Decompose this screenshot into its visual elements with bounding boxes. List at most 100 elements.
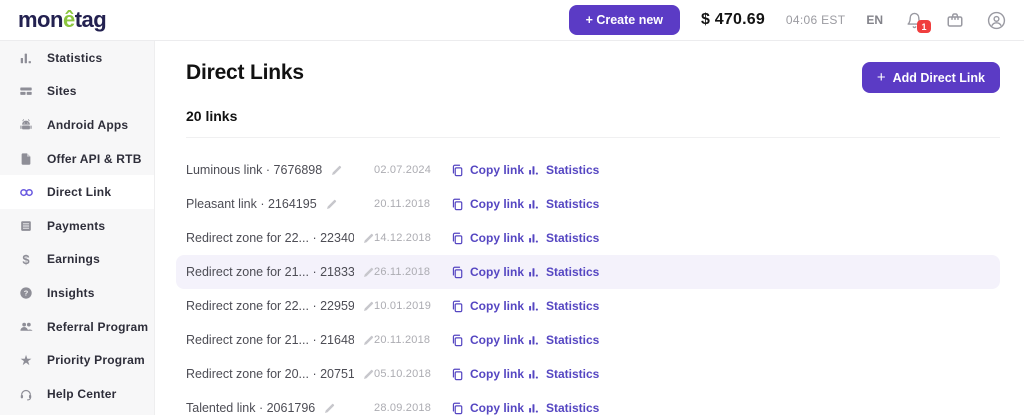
edit-pencil-icon[interactable] bbox=[363, 267, 374, 278]
statistics-button[interactable]: Statistics bbox=[528, 367, 599, 381]
question-circle-icon: ? bbox=[18, 285, 34, 301]
section-divider bbox=[186, 137, 1000, 138]
sidebar-item-referral-program[interactable]: Referral Program bbox=[0, 310, 154, 344]
account-avatar-icon[interactable] bbox=[986, 10, 1006, 30]
statistics-button[interactable]: Statistics bbox=[528, 197, 599, 211]
bar-chart-icon bbox=[18, 50, 34, 66]
sidebar-item-earnings[interactable]: $ Earnings bbox=[0, 243, 154, 277]
link-name-cell: Redirect zone for 21... · 2164820 bbox=[186, 333, 374, 347]
link-name: Redirect zone for 22... · 2234030 bbox=[186, 231, 354, 245]
edit-pencil-icon[interactable] bbox=[363, 335, 374, 346]
sidebar-item-direct-link[interactable]: Direct Link bbox=[0, 175, 154, 209]
direct-link-row: Redirect zone for 22... · 2295990 10.01.… bbox=[176, 289, 1000, 323]
sidebar-item-label: Earnings bbox=[47, 252, 100, 266]
monetag-dashboard: monêtag + Create new $ 470.69 04:06 EST … bbox=[0, 0, 1024, 415]
statistics-label: Statistics bbox=[546, 367, 599, 381]
statistics-button[interactable]: Statistics bbox=[528, 265, 599, 279]
direct-link-row: Redirect zone for 21... · 2164820 20.11.… bbox=[176, 323, 1000, 357]
sidebar-item-label: Sites bbox=[47, 84, 77, 98]
sidebar-item-label: Referral Program bbox=[47, 320, 148, 334]
statistics-label: Statistics bbox=[546, 299, 599, 313]
copy-link-label: Copy link bbox=[470, 299, 524, 313]
copy-link-label: Copy link bbox=[470, 163, 524, 177]
top-header: monêtag + Create new $ 470.69 04:06 EST … bbox=[0, 0, 1024, 41]
direct-link-row: Talented link · 2061796 28.09.2018 Copy … bbox=[176, 391, 1000, 415]
edit-pencil-icon[interactable] bbox=[363, 301, 374, 312]
edit-pencil-icon[interactable] bbox=[326, 199, 337, 210]
headset-icon bbox=[18, 386, 34, 402]
statistics-button[interactable]: Statistics bbox=[528, 231, 599, 245]
edit-pencil-icon[interactable] bbox=[331, 165, 342, 176]
statistics-button[interactable]: Statistics bbox=[528, 299, 599, 313]
copy-link-label: Copy link bbox=[470, 333, 524, 347]
sidebar-nav: Statistics Sites Android Apps Offer API … bbox=[0, 41, 155, 415]
links-count: 20 links bbox=[186, 108, 1000, 124]
direct-link-row: Pleasant link · 2164195 20.11.2018 Copy … bbox=[176, 187, 1000, 221]
copy-link-button[interactable]: Copy link bbox=[451, 299, 528, 313]
link-name: Redirect zone for 20... · 2075193 bbox=[186, 367, 354, 381]
statistics-label: Statistics bbox=[546, 231, 599, 245]
link-date: 02.07.2024 bbox=[374, 164, 451, 176]
link-date: 14.12.2018 bbox=[374, 232, 451, 244]
notifications-bell-icon[interactable]: 1 bbox=[904, 10, 924, 30]
edit-pencil-icon[interactable] bbox=[363, 369, 374, 380]
create-new-button[interactable]: + Create new bbox=[569, 5, 680, 35]
dollar-icon: $ bbox=[18, 251, 34, 267]
link-date: 26.11.2018 bbox=[374, 266, 451, 278]
list-icon bbox=[18, 218, 34, 234]
statistics-button[interactable]: Statistics bbox=[528, 163, 599, 177]
sidebar-item-priority-program[interactable]: ★ Priority Program bbox=[0, 343, 154, 377]
link-name-cell: Pleasant link · 2164195 bbox=[186, 197, 374, 211]
link-date: 20.11.2018 bbox=[374, 334, 451, 346]
sidebar-item-offer-api-rtb[interactable]: Offer API & RTB bbox=[0, 142, 154, 176]
copy-link-button[interactable]: Copy link bbox=[451, 367, 528, 381]
logo-text-2: tag bbox=[75, 7, 107, 32]
main-content: Direct Links + Add Direct Link 20 links … bbox=[156, 41, 1024, 415]
language-selector[interactable]: EN bbox=[866, 13, 883, 27]
sidebar-item-insights[interactable]: ? Insights bbox=[0, 276, 154, 310]
statistics-label: Statistics bbox=[546, 163, 599, 177]
copy-link-button[interactable]: Copy link bbox=[451, 401, 528, 415]
copy-link-button[interactable]: Copy link bbox=[451, 163, 528, 177]
sidebar-item-android-apps[interactable]: Android Apps bbox=[0, 108, 154, 142]
copy-link-label: Copy link bbox=[470, 265, 524, 279]
link-name-cell: Luminous link · 7676898 bbox=[186, 163, 374, 177]
add-direct-link-button[interactable]: + Add Direct Link bbox=[862, 62, 1000, 93]
add-direct-link-label: Add Direct Link bbox=[893, 71, 985, 85]
link-name: Pleasant link · 2164195 bbox=[186, 197, 317, 211]
sidebar-item-statistics[interactable]: Statistics bbox=[0, 41, 154, 75]
sidebar-item-label: Direct Link bbox=[47, 185, 111, 199]
statistics-label: Statistics bbox=[546, 401, 599, 415]
sidebar-item-help-center[interactable]: Help Center bbox=[0, 377, 154, 411]
link-date: 05.10.2018 bbox=[374, 368, 451, 380]
statistics-button[interactable]: Statistics bbox=[528, 333, 599, 347]
link-name-cell: Redirect zone for 20... · 2075193 bbox=[186, 367, 374, 381]
sidebar-item-sites[interactable]: Sites bbox=[0, 75, 154, 109]
link-icon bbox=[18, 184, 34, 200]
copy-link-label: Copy link bbox=[470, 231, 524, 245]
direct-link-row: Redirect zone for 22... · 2234030 14.12.… bbox=[176, 221, 1000, 255]
edit-pencil-icon[interactable] bbox=[363, 233, 374, 244]
link-name-cell: Talented link · 2061796 bbox=[186, 401, 374, 415]
statistics-button[interactable]: Statistics bbox=[528, 401, 599, 415]
copy-link-button[interactable]: Copy link bbox=[451, 333, 528, 347]
copy-link-label: Copy link bbox=[470, 197, 524, 211]
copy-link-label: Copy link bbox=[470, 367, 524, 381]
edit-pencil-icon[interactable] bbox=[324, 403, 335, 414]
link-date: 10.01.2019 bbox=[374, 300, 451, 312]
direct-link-row: Redirect zone for 21... · 2183339 26.11.… bbox=[176, 255, 1000, 289]
people-icon bbox=[18, 319, 34, 335]
svg-text:?: ? bbox=[24, 289, 29, 298]
monetag-logo[interactable]: monêtag bbox=[18, 7, 106, 33]
sites-grid-icon bbox=[18, 83, 34, 99]
link-name: Redirect zone for 22... · 2295990 bbox=[186, 299, 354, 313]
marketplace-briefcase-icon[interactable] bbox=[945, 10, 965, 30]
copy-link-button[interactable]: Copy link bbox=[451, 197, 528, 211]
link-name-cell: Redirect zone for 22... · 2295990 bbox=[186, 299, 374, 313]
logo-accent-letter: ê bbox=[63, 7, 75, 32]
sidebar-item-payments[interactable]: Payments bbox=[0, 209, 154, 243]
account-balance[interactable]: $ 470.69 bbox=[701, 11, 765, 29]
copy-link-button[interactable]: Copy link bbox=[451, 231, 528, 245]
copy-link-button[interactable]: Copy link bbox=[451, 265, 528, 279]
statistics-label: Statistics bbox=[546, 197, 599, 211]
